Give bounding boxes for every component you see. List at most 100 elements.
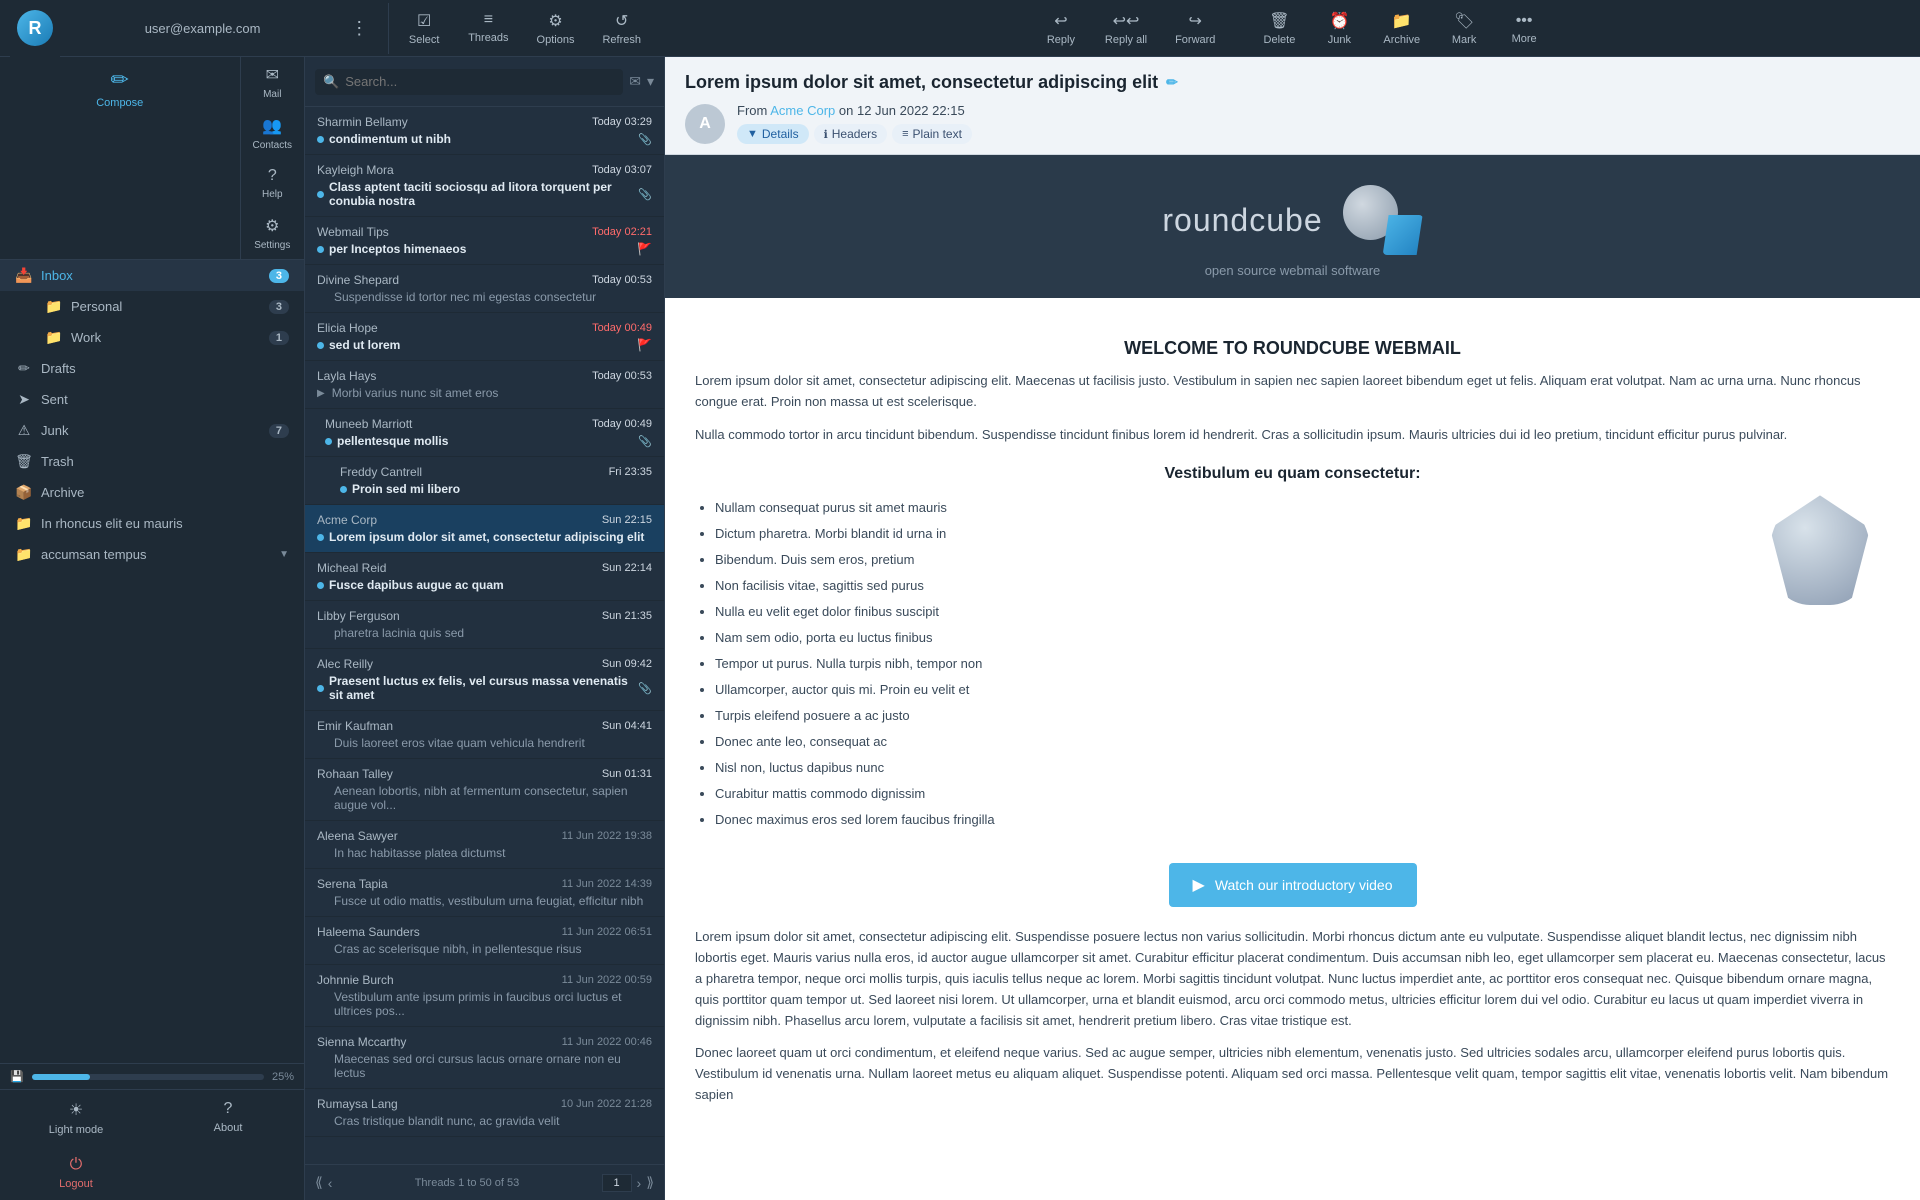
personal-folder-icon: 📁 bbox=[45, 298, 63, 315]
toolbar-left-section: R user@example.com ⋮ ☑ Select ≡ Threads … bbox=[0, 0, 665, 57]
details-tab[interactable]: ▼ Details bbox=[737, 124, 809, 144]
page-input[interactable] bbox=[602, 1174, 632, 1192]
threads-button[interactable]: ≡ Threads bbox=[454, 3, 522, 54]
main-area: ✏ Compose ✉ Mail 👥 Contacts ? Help ⚙ bbox=[0, 57, 1920, 1200]
settings-icon: ⚙ bbox=[265, 216, 279, 236]
list-item[interactable]: Emir Kaufman Sun 04:41 Duis laoreet eros… bbox=[305, 711, 664, 759]
forward-icon: ↪ bbox=[1189, 11, 1202, 31]
sidebar-item-sent[interactable]: ➤ Sent bbox=[0, 384, 304, 415]
attachment-icon: 📎 bbox=[638, 188, 652, 201]
sidebar-item-trash[interactable]: 🗑 Trash bbox=[0, 446, 304, 477]
list-item[interactable]: Acme Corp Sun 22:15 Lorem ipsum dolor si… bbox=[305, 505, 664, 553]
reply-all-button[interactable]: ↩↩ Reply all bbox=[1091, 3, 1161, 54]
search-input[interactable] bbox=[345, 74, 615, 89]
forward-button[interactable]: ↪ Forward bbox=[1161, 3, 1229, 54]
more-button[interactable]: ••• More bbox=[1494, 4, 1554, 53]
edit-icon[interactable]: ✏ bbox=[1166, 74, 1178, 91]
mark-button[interactable]: 🏷 Mark bbox=[1434, 3, 1494, 54]
list-item[interactable]: Micheal Reid Sun 22:14 Fusce dapibus aug… bbox=[305, 553, 664, 601]
logout-icon: ⏻ bbox=[70, 1156, 83, 1174]
email-date: Sun 22:14 bbox=[602, 562, 652, 574]
feature-list-item: Bibendum. Duis sem eros, pretium bbox=[715, 547, 1740, 573]
light-mode-button[interactable]: ☀ Light mode bbox=[0, 1090, 152, 1146]
list-item[interactable]: Layla Hays Today 00:53 ▶ Morbi varius nu… bbox=[305, 361, 664, 409]
feature-list-item: Turpis eleifend posuere a ac justo bbox=[715, 703, 1740, 729]
email-sender: Serena Tapia bbox=[317, 877, 388, 891]
list-item[interactable]: Haleema Saunders 11 Jun 2022 06:51 Cras … bbox=[305, 917, 664, 965]
list-filter-icon[interactable]: ✉ bbox=[629, 73, 641, 90]
sidebar-contacts-button[interactable]: 👥 Contacts bbox=[241, 108, 304, 159]
kebab-menu-icon[interactable]: ⋮ bbox=[345, 13, 373, 44]
search-box[interactable]: 🔍 bbox=[315, 69, 623, 95]
email-from-section: From Acme Corp on 12 Jun 2022 22:15 ▼ De… bbox=[737, 103, 972, 144]
prev-page-button[interactable]: ‹ bbox=[328, 1175, 333, 1191]
compose-button[interactable]: ✏ Compose bbox=[0, 57, 240, 259]
list-item[interactable]: Johnnie Burch 11 Jun 2022 00:59 Vestibul… bbox=[305, 965, 664, 1027]
archive-button[interactable]: 📁 Archive bbox=[1369, 3, 1434, 54]
list-item[interactable]: Aleena Sawyer 11 Jun 2022 19:38 In hac h… bbox=[305, 821, 664, 869]
email-subject: pharetra lacinia quis sed bbox=[334, 626, 652, 640]
sidebar-settings-button[interactable]: ⚙ Settings bbox=[241, 208, 304, 259]
list-item[interactable]: Serena Tapia 11 Jun 2022 14:39 Fusce ut … bbox=[305, 869, 664, 917]
delete-button[interactable]: 🗑 Delete bbox=[1249, 3, 1309, 54]
logout-button[interactable]: ⏻ Logout bbox=[0, 1146, 152, 1200]
sidebar-bottom-bar: ☀ Light mode ? About ⏻ Logout bbox=[0, 1089, 304, 1200]
sidebar-item-junk[interactable]: ⚠ Junk 7 bbox=[0, 415, 304, 446]
junk-button[interactable]: ⏰ Junk bbox=[1309, 3, 1369, 54]
watch-video-button[interactable]: ▶ Watch our introductory video bbox=[1169, 863, 1417, 907]
reply-button[interactable]: ↩ Reply bbox=[1031, 3, 1091, 54]
last-page-button[interactable]: ⟫ bbox=[646, 1174, 654, 1191]
select-button[interactable]: ☑ Select bbox=[394, 3, 454, 54]
list-item[interactable]: Libby Ferguson Sun 21:35 pharetra lacini… bbox=[305, 601, 664, 649]
email-subject: condimentum ut nibh bbox=[329, 132, 633, 146]
list-item[interactable]: Rohaan Talley Sun 01:31 Aenean lobortis,… bbox=[305, 759, 664, 821]
sidebar-mail-button[interactable]: ✉ Mail bbox=[241, 57, 304, 108]
email-sender: Aleena Sawyer bbox=[317, 829, 398, 843]
list-item[interactable]: Elicia Hope Today 00:49 sed ut lorem 🚩 bbox=[305, 313, 664, 361]
list-item[interactable]: Kayleigh Mora Today 03:07 Class aptent t… bbox=[305, 155, 664, 217]
reply-all-icon: ↩↩ bbox=[1113, 11, 1140, 31]
junk-folder-icon: ⚠ bbox=[15, 422, 33, 439]
feature-list-item: Nulla eu velit eget dolor finibus suscip… bbox=[715, 599, 1740, 625]
archive-icon: 📁 bbox=[1392, 11, 1412, 31]
refresh-icon: ↺ bbox=[615, 11, 628, 31]
list-item[interactable]: Sienna Mccarthy 11 Jun 2022 00:46 Maecen… bbox=[305, 1027, 664, 1089]
list-item[interactable]: Rumaysa Lang 10 Jun 2022 21:28 Cras tris… bbox=[305, 1089, 664, 1137]
sidebar-item-drafts[interactable]: ✏ Drafts bbox=[0, 353, 304, 384]
list-item[interactable]: Sharmin Bellamy Today 03:29 condimentum … bbox=[305, 107, 664, 155]
list-item[interactable]: Webmail Tips Today 02:21 per Inceptos hi… bbox=[305, 217, 664, 265]
sidebar-help-button[interactable]: ? Help bbox=[241, 159, 304, 208]
first-page-button[interactable]: ⟪ bbox=[315, 1174, 323, 1191]
about-button[interactable]: ? About bbox=[152, 1090, 304, 1146]
sidebar-item-work[interactable]: 📁 Work 1 bbox=[25, 322, 304, 353]
email-sender: Kayleigh Mora bbox=[317, 163, 394, 177]
rc-intro2: Nulla commodo tortor in arcu tincidunt b… bbox=[695, 425, 1890, 446]
headers-tab[interactable]: ℹ Headers bbox=[814, 124, 888, 144]
email-meta-tabs: ▼ Details ℹ Headers ≡ Plain text bbox=[737, 124, 972, 144]
sidebar-item-archive[interactable]: 📦 Archive bbox=[0, 477, 304, 508]
list-item[interactable]: Divine Shepard Today 00:53 Suspendisse i… bbox=[305, 265, 664, 313]
sent-icon: ➤ bbox=[15, 391, 33, 408]
rc-3d-shape bbox=[1770, 495, 1870, 605]
list-item[interactable]: Freddy Cantrell Fri 23:35 Proin sed mi l… bbox=[305, 457, 664, 505]
folder-collapse-icon[interactable]: ▼ bbox=[279, 549, 289, 560]
list-item[interactable]: Alec Reilly Sun 09:42 Praesent luctus ex… bbox=[305, 649, 664, 711]
email-subject: Cras tristique blandit nunc, ac gravida … bbox=[334, 1114, 652, 1128]
email-subject: In hac habitasse platea dictumst bbox=[334, 846, 652, 860]
list-sort-icon[interactable]: ▾ bbox=[647, 73, 654, 90]
next-page-button[interactable]: › bbox=[637, 1175, 642, 1191]
rc-feature-list: Nullam consequat purus sit amet maurisDi… bbox=[695, 495, 1740, 833]
sender-name-link[interactable]: Acme Corp bbox=[770, 103, 835, 118]
sidebar: ✏ Compose ✉ Mail 👥 Contacts ? Help ⚙ bbox=[0, 57, 305, 1200]
sidebar-item-personal[interactable]: 📁 Personal 3 bbox=[25, 291, 304, 322]
sidebar-item-folder1[interactable]: 📁 In rhoncus elit eu mauris bbox=[0, 508, 304, 539]
email-sender: Acme Corp bbox=[317, 513, 377, 527]
email-date: Today 03:07 bbox=[592, 164, 652, 176]
sidebar-item-folder2[interactable]: 📁 accumsan tempus ▼ bbox=[0, 539, 304, 570]
plain-text-tab[interactable]: ≡ Plain text bbox=[892, 124, 972, 144]
list-item[interactable]: Muneeb Marriott Today 00:49 pellentesque… bbox=[305, 409, 664, 457]
refresh-button[interactable]: ↺ Refresh bbox=[588, 3, 655, 54]
options-button[interactable]: ⚙ Options bbox=[523, 3, 589, 54]
rc-logo-area: roundcube bbox=[1162, 185, 1422, 255]
sidebar-item-inbox[interactable]: 📥 Inbox 3 bbox=[0, 260, 304, 291]
